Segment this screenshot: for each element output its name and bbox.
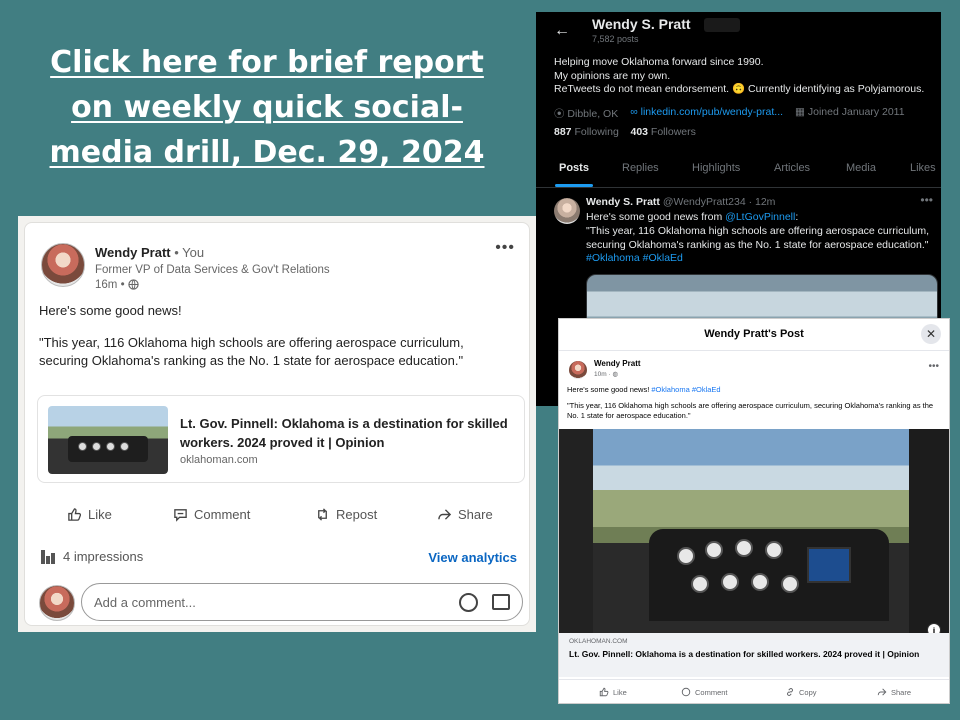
posts-count: 7,582 posts — [592, 34, 639, 44]
tweet-avatar[interactable] — [554, 198, 580, 224]
article-domain: oklahoman.com — [180, 454, 258, 466]
tab-articles[interactable]: Articles — [774, 162, 810, 174]
profile-meta: ⦿ Dibble, OK ∞ linkedin.com/pub/wendy-pr… — [554, 106, 905, 121]
globe-icon: ◍ — [612, 371, 619, 378]
profile-link[interactable]: ∞ linkedin.com/pub/wendy-prat... — [630, 106, 783, 121]
back-arrow-icon[interactable]: ← — [554, 22, 570, 40]
facebook-post-modal: Wendy Pratt's Post ✕ Wendy Pratt 10m · ◍… — [558, 318, 950, 704]
article-link-preview[interactable]: Lt. Gov. Pinnell: Oklahoma is a destinat… — [37, 395, 525, 483]
like-button[interactable]: Like — [599, 687, 627, 697]
author-name[interactable]: Wendy Pratt • You — [95, 245, 204, 260]
bar-chart-icon — [41, 549, 55, 564]
linkedin-post-card: Wendy Pratt • You Former VP of Data Serv… — [24, 222, 530, 626]
tweet-hashtags[interactable]: #Oklahoma #OklaEd — [586, 252, 683, 264]
close-icon[interactable]: ✕ — [921, 324, 941, 344]
profile-name: Wendy S. Pratt — [592, 16, 691, 32]
modal-title: Wendy Pratt's Post — [704, 328, 804, 340]
tab-posts[interactable]: Posts — [559, 162, 589, 174]
linkedin-post-screenshot: Wendy Pratt • You Former VP of Data Serv… — [18, 216, 536, 632]
thumbs-up-icon — [68, 508, 82, 521]
comment-input[interactable]: Add a comment... — [81, 583, 523, 621]
image-icon[interactable] — [492, 594, 510, 610]
globe-icon — [128, 279, 139, 290]
share-button[interactable]: Share — [437, 507, 493, 522]
tweet-author: Wendy S. Pratt @WendyPratt234 · 12m — [586, 196, 776, 208]
followers-link[interactable]: 403 Followers — [630, 126, 695, 138]
tweet-text: Here's some good news from @LtGovPinnell… — [586, 211, 930, 251]
emoji-icon[interactable] — [459, 593, 478, 612]
impressions-count: 4 impressions — [41, 549, 143, 564]
post-text-intro: Here's some good news! #Oklahoma #OklaEd — [567, 385, 721, 394]
link-icon: ∞ — [630, 106, 638, 118]
article-title: Lt. Gov. Pinnell: Oklahoma is a destinat… — [180, 416, 508, 450]
comment-placeholder: Add a comment... — [94, 595, 196, 610]
cockpit-image[interactable] — [559, 429, 949, 633]
article-thumbnail — [48, 406, 168, 474]
comment-icon — [174, 509, 187, 522]
headline-line-3: media drill, Dec. 29, 2024 — [49, 135, 485, 170]
share-arrow-icon — [877, 688, 887, 696]
like-button[interactable]: Like — [67, 507, 112, 522]
share-button[interactable]: Share — [877, 687, 911, 697]
post-time: 16m • — [95, 279, 139, 291]
post-actions: Like Comment Repost Share — [25, 507, 529, 531]
tab-media[interactable]: Media — [846, 162, 876, 174]
comment-button[interactable]: Comment — [681, 687, 728, 697]
profile-bio: Helping move Oklahoma forward since 1990… — [554, 56, 925, 95]
avatar[interactable] — [41, 243, 85, 287]
repost-button[interactable]: Repost — [315, 507, 377, 522]
modal-header: Wendy Pratt's Post ✕ — [559, 319, 949, 351]
calendar-icon: ▦ — [795, 106, 805, 118]
comment-icon — [681, 687, 691, 697]
more-options-icon[interactable]: ••• — [495, 239, 515, 257]
hashtags[interactable]: #Oklahoma #OklaEd — [651, 385, 720, 394]
article-link-preview[interactable]: OKLAHOMAN.COM Lt. Gov. Pinnell: Oklahoma… — [559, 633, 949, 677]
headline-line-1: Click here for brief report — [50, 45, 484, 80]
comment-button[interactable]: Comment — [173, 507, 250, 522]
link-icon — [787, 688, 793, 696]
thumbs-up-icon — [599, 687, 609, 697]
copy-button[interactable]: Copy — [785, 687, 817, 697]
share-arrow-icon — [438, 509, 452, 520]
post-actions: Like Comment Copy Share — [559, 679, 949, 699]
author-name[interactable]: Wendy Pratt — [594, 359, 641, 368]
verified-badge-blurred — [704, 18, 740, 32]
tab-likes[interactable]: Likes — [910, 162, 936, 174]
profile-tabs: Posts Replies Highlights Articles Media … — [536, 156, 941, 188]
article-domain: OKLAHOMAN.COM — [569, 638, 628, 645]
repost-icon — [318, 508, 327, 521]
post-text-intro: Here's some good news! — [39, 303, 182, 318]
following-link[interactable]: 887 Following — [554, 126, 619, 138]
article-title: Lt. Gov. Pinnell: Oklahoma is a destinat… — [569, 649, 920, 659]
mention-link[interactable]: @LtGovPinnell — [725, 211, 795, 223]
avatar[interactable] — [569, 361, 587, 379]
location-pin-icon: ⦿ — [554, 108, 565, 120]
commenter-avatar — [39, 585, 75, 621]
report-link[interactable]: Click here for brief report on weekly qu… — [28, 40, 506, 175]
follow-stats: 887 Following 403 Followers — [554, 126, 696, 138]
more-options-icon[interactable]: ••• — [928, 361, 939, 372]
post-text-quote: "This year, 116 Oklahoma high schools ar… — [567, 401, 934, 420]
location: ⦿ Dibble, OK — [554, 108, 619, 120]
tab-highlights[interactable]: Highlights — [692, 162, 740, 174]
active-tab-indicator — [555, 184, 593, 187]
view-analytics-link[interactable]: View analytics — [428, 550, 517, 565]
tweet-more-icon[interactable]: ••• — [920, 193, 933, 207]
author-headline: Former VP of Data Services & Gov't Relat… — [95, 264, 330, 276]
post-text-quote: "This year, 116 Oklahoma high schools ar… — [39, 335, 464, 368]
tab-replies[interactable]: Replies — [622, 162, 659, 174]
post-time: 10m · ◍ — [594, 371, 619, 378]
join-date: ▦ Joined January 2011 — [795, 106, 905, 118]
headline-line-2: on weekly quick social- — [71, 90, 463, 125]
